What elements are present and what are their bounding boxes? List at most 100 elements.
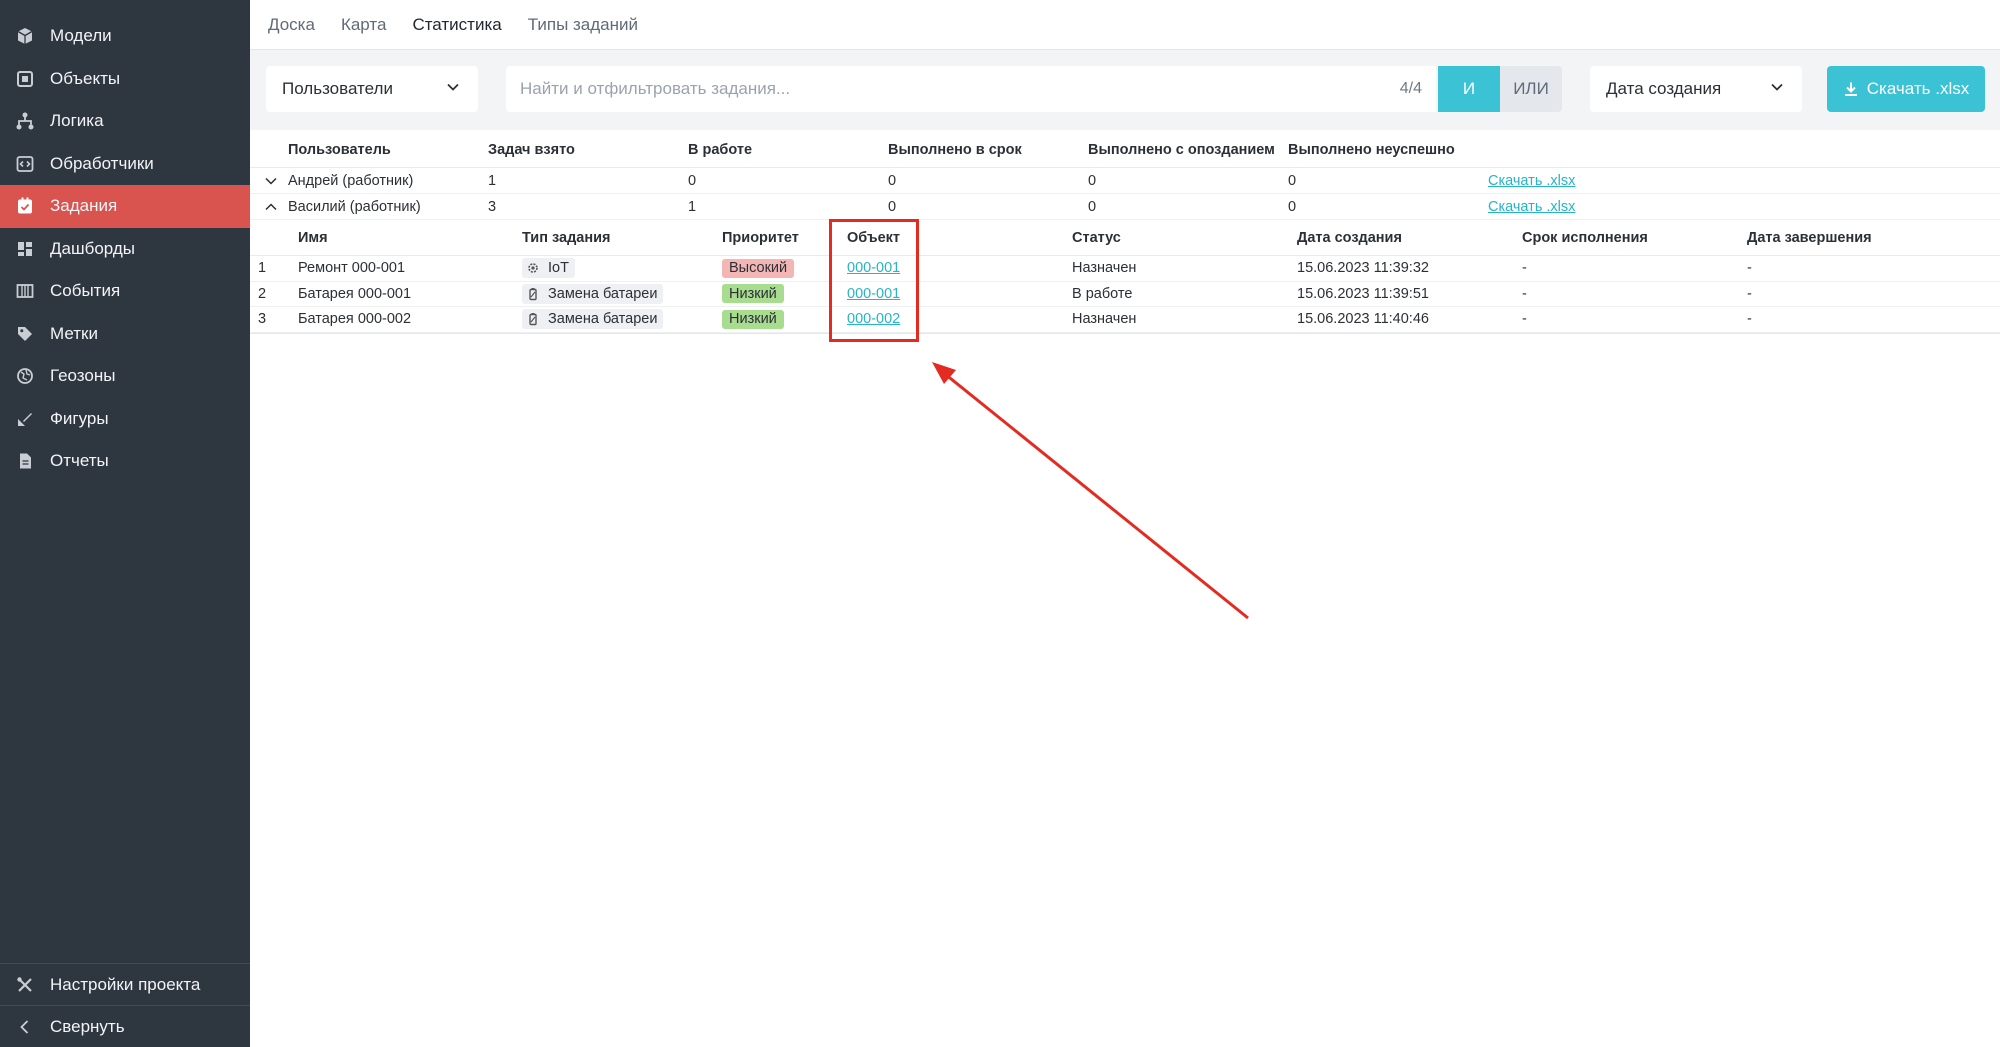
tab-map[interactable]: Карта [341, 15, 387, 35]
task-deadline: - [1522, 260, 1527, 277]
tasks-on-time: 0 [888, 172, 897, 189]
chevron-left-icon [14, 1016, 36, 1038]
table-row[interactable]: 3 Батарея 000-002 Замена батареи Низкий … [250, 307, 2000, 333]
tasks-in-work: 1 [688, 198, 697, 215]
users-select[interactable]: Пользователи [266, 66, 478, 112]
row-number: 3 [258, 311, 267, 328]
dashboard-icon [14, 238, 36, 260]
task-finished: - [1747, 285, 1752, 302]
col-header-object: Объект [847, 229, 901, 246]
task-finished: - [1747, 260, 1752, 277]
summary-row[interactable]: Василий (работник) 3 1 0 0 0 Скачать .xl… [250, 194, 2000, 220]
sidebar-item-events[interactable]: События [0, 270, 250, 313]
sidebar-item-models[interactable]: Модели [0, 15, 250, 58]
download-label: Скачать .xlsx [1866, 79, 1970, 98]
sidebar-item-logic[interactable]: Логика [0, 100, 250, 143]
tasks-in-work: 0 [688, 172, 697, 189]
tab-board[interactable]: Доска [268, 15, 315, 35]
row-number: 1 [258, 260, 267, 277]
task-name: Ремонт 000-001 [298, 260, 406, 277]
tab-statistics[interactable]: Статистика [412, 15, 501, 35]
or-toggle-button[interactable]: ИЛИ [1500, 66, 1562, 112]
task-type-chip: Замена батареи [522, 283, 664, 304]
col-header-late: Выполнено с опозданием [1088, 141, 1275, 158]
col-header-type: Тип задания [522, 229, 611, 246]
task-icon [14, 195, 36, 217]
priority-badge: Низкий [722, 284, 784, 304]
user-name: Василий (работник) [288, 198, 421, 215]
sidebar-item-tasks[interactable]: Задания [0, 185, 250, 228]
and-toggle-button[interactable]: И [1438, 66, 1500, 112]
tools-icon [14, 974, 36, 996]
date-select-value: Дата создания [1606, 79, 1722, 98]
sidebar-item-tags[interactable]: Метки [0, 313, 250, 356]
download-icon [1844, 82, 1857, 96]
user-summary-table: Пользователь Задач взято В работе Выполн… [250, 130, 2000, 220]
tasks-header-row: Имя Тип задания Приоритет Объект Статус … [250, 220, 2000, 256]
tasks-failed: 0 [1288, 198, 1297, 215]
object-icon [14, 68, 36, 90]
sidebar-item-label: Отчеты [50, 451, 109, 471]
search-input[interactable] [520, 79, 1400, 99]
tag-icon [14, 323, 36, 345]
col-header-in-work: В работе [688, 141, 753, 158]
gear-icon [528, 263, 538, 274]
table-row[interactable]: 2 Батарея 000-001 Замена батареи Низкий … [250, 282, 2000, 307]
task-type: Замена батареи [522, 282, 664, 307]
chevron-down-icon[interactable] [264, 168, 278, 193]
tab-task-types[interactable]: Типы заданий [528, 15, 638, 35]
object-link[interactable]: 000-002 [847, 307, 900, 332]
sidebar-item-geozones[interactable]: Геозоны [0, 355, 250, 398]
collapse-sidebar-button[interactable]: Свернуть [0, 1005, 250, 1047]
object-link[interactable]: 000-001 [847, 256, 900, 281]
sidebar-item-handlers[interactable]: Обработчики [0, 143, 250, 186]
row-download-link[interactable]: Скачать .xlsx [1488, 194, 1575, 219]
sidebar-item-objects[interactable]: Объекты [0, 58, 250, 101]
task-created: 15.06.2023 11:39:32 [1297, 260, 1429, 277]
search-box: 4/4 [506, 66, 1436, 112]
events-icon [14, 280, 36, 302]
summary-row[interactable]: Андрей (работник) 1 0 0 0 0 Скачать .xls… [250, 168, 2000, 194]
battery-icon [529, 287, 537, 300]
sidebar-nav: Модели Объекты Логика Обработчики Задани… [0, 0, 250, 483]
logic-icon [14, 110, 36, 132]
row-download-link[interactable]: Скачать .xlsx [1488, 168, 1575, 193]
task-status: Назначен [1072, 260, 1137, 277]
summary-header-row: Пользователь Задач взято В работе Выполн… [250, 130, 2000, 168]
date-select[interactable]: Дата создания [1590, 66, 1802, 112]
sidebar: Модели Объекты Логика Обработчики Задани… [0, 0, 250, 1047]
task-name: Батарея 000-001 [298, 285, 412, 302]
battery-icon [529, 313, 537, 326]
task-priority: Высокий [722, 256, 795, 281]
object-link[interactable]: 000-001 [847, 282, 900, 307]
sidebar-item-shapes[interactable]: Фигуры [0, 398, 250, 441]
task-type: IoT [522, 256, 575, 281]
task-priority: Низкий [722, 307, 784, 332]
sidebar-item-label: Задания [50, 196, 118, 216]
table-row[interactable]: 1 Ремонт 000-001 IoT Высокий 000-001 Наз… [250, 256, 2000, 282]
tasks-failed: 0 [1288, 172, 1297, 189]
top-tabs: Доска Карта Статистика Типы заданий [250, 0, 2000, 50]
task-type-chip: IoT [522, 258, 575, 279]
download-xlsx-button[interactable]: Скачать .xlsx [1827, 66, 1985, 112]
user-name: Андрей (работник) [288, 172, 414, 189]
col-header-created: Дата создания [1297, 229, 1402, 246]
tasks-taken: 3 [488, 198, 497, 215]
task-deadline: - [1522, 311, 1527, 328]
priority-badge: Низкий [722, 309, 784, 329]
chevron-up-icon[interactable] [264, 194, 278, 219]
geozone-icon [14, 365, 36, 387]
sidebar-item-dashboards[interactable]: Дашборды [0, 228, 250, 271]
sidebar-item-reports[interactable]: Отчеты [0, 440, 250, 483]
cube-icon [14, 25, 36, 47]
shapes-icon [14, 408, 36, 430]
users-select-value: Пользователи [282, 79, 393, 98]
sidebar-item-label: Геозоны [50, 366, 116, 386]
sidebar-item-label: Обработчики [50, 153, 154, 173]
collapse-label: Свернуть [50, 1016, 125, 1036]
project-settings-button[interactable]: Настройки проекта [0, 963, 250, 1005]
filter-bar: Пользователи 4/4 И ИЛИ Дата создания Ска… [250, 50, 2000, 130]
col-header-finished: Дата завершения [1747, 229, 1872, 246]
task-type-chip: Замена батареи [522, 309, 664, 330]
sidebar-item-label: Метки [50, 323, 98, 343]
